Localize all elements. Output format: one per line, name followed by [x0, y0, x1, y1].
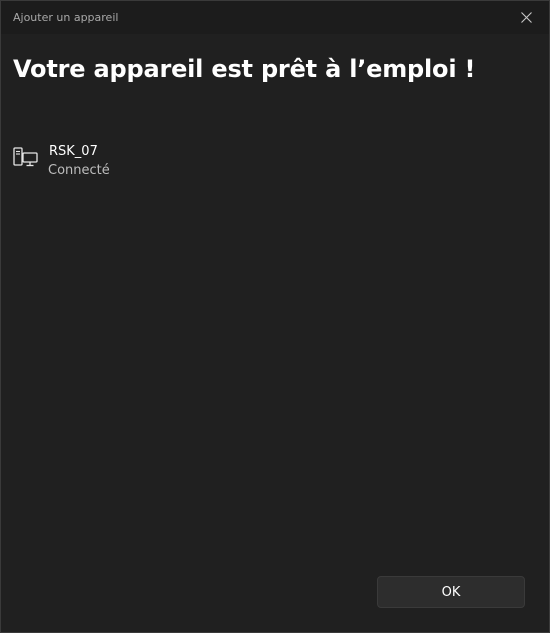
close-button[interactable] — [503, 1, 549, 34]
ok-button[interactable]: OK — [377, 576, 525, 608]
add-device-dialog: Ajouter un appareil Votre appareil est p… — [0, 0, 550, 633]
device-status: Connecté — [48, 163, 110, 178]
computer-monitor-icon — [13, 147, 38, 167]
window-title: Ajouter un appareil — [13, 11, 119, 24]
device-item: RSK_07 Connecté — [13, 143, 213, 183]
title-bar: Ajouter un appareil — [1, 1, 549, 34]
device-name: RSK_07 — [49, 144, 98, 159]
close-icon — [520, 12, 532, 23]
page-title: Votre appareil est prêt à l’emploi ! — [13, 55, 476, 83]
